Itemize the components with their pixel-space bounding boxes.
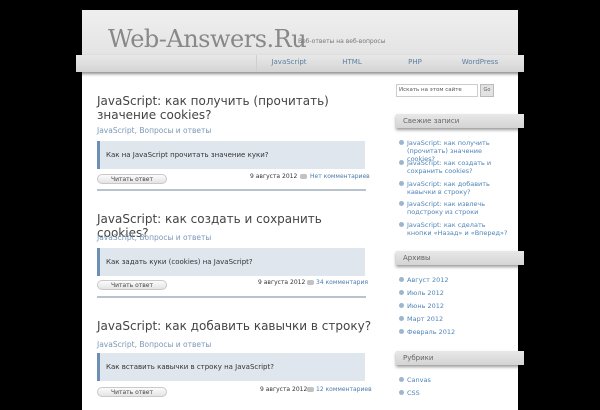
- post-divider: [97, 189, 366, 191]
- post-question: Как вставить кавычки в строку на JavaScr…: [97, 353, 365, 381]
- nav-item-html[interactable]: HTML: [326, 55, 378, 72]
- post-title[interactable]: JavaScript: как добавить кавычки в строк…: [97, 319, 372, 333]
- site-tagline: Веб-ответы на веб-вопросы: [298, 38, 386, 45]
- widget-title-archives: Архивы: [396, 251, 524, 265]
- bullet-icon: [399, 316, 404, 321]
- bullet-icon: [399, 390, 404, 395]
- post-comments-link[interactable]: 12 комментариев: [316, 386, 372, 393]
- bullet-icon: [399, 160, 404, 165]
- bullet-icon: [399, 201, 404, 206]
- post-question: Как на JavaScript прочитать значение кук…: [97, 141, 365, 169]
- read-answer-button[interactable]: Читать ответ: [97, 280, 167, 290]
- nav-item-wordpress[interactable]: WordPress: [450, 55, 510, 72]
- bullet-icon: [399, 181, 404, 186]
- bullet-icon: [399, 377, 404, 382]
- post-categories[interactable]: JavaScript, Вопросы и ответы: [97, 340, 211, 349]
- comment-icon: [307, 280, 314, 285]
- post-date: 9 августа 2012: [260, 386, 308, 393]
- post-question: Как задать куки (cookies) на JavaScript?: [97, 248, 365, 276]
- bullet-icon: [399, 290, 404, 295]
- comment-icon: [300, 174, 307, 179]
- read-answer-button[interactable]: Читать ответ: [97, 174, 167, 184]
- read-answer-button[interactable]: Читать ответ: [97, 387, 167, 397]
- question-text: Как задать куки (cookies) на JavaScript?: [106, 258, 253, 266]
- main-nav: JavaScript HTML PHP WordPress: [76, 55, 524, 72]
- nav-item-javascript[interactable]: JavaScript: [256, 55, 321, 72]
- comment-icon: [307, 387, 314, 392]
- site-logo[interactable]: Web-Answers.Ru: [108, 25, 307, 53]
- bullet-icon: [399, 222, 404, 227]
- bullet-icon: [399, 140, 404, 145]
- post-date: 9 августа 2012: [258, 279, 306, 286]
- widget-title-recent: Свежие записи: [396, 114, 524, 128]
- search-go-button[interactable]: Go: [480, 84, 494, 97]
- search-input[interactable]: Искать на этом сайте: [396, 84, 478, 97]
- post-comments-link[interactable]: Нет комментариев: [310, 173, 370, 180]
- question-text: Как вставить кавычки в строку на JavaScr…: [106, 363, 274, 371]
- widget-title-rubrics: Рубрики: [396, 351, 524, 365]
- nav-item-php[interactable]: PHP: [388, 55, 442, 72]
- bullet-icon: [399, 329, 404, 334]
- site-header: Web-Answers.Ru Веб-ответы на веб-вопросы: [82, 10, 518, 55]
- post-categories[interactable]: JavaScript, Вопросы и ответы: [97, 126, 211, 135]
- post-divider: [97, 296, 366, 298]
- post-categories[interactable]: JavaScript, Вопросы и ответы: [97, 233, 211, 242]
- bullet-icon: [399, 303, 404, 308]
- question-text: Как на JavaScript прочитать значение кук…: [106, 151, 269, 159]
- post-date: 9 августа 2012: [250, 173, 298, 180]
- post-comments-link[interactable]: 34 комментария: [316, 279, 368, 286]
- bullet-icon: [399, 277, 404, 282]
- post-title[interactable]: JavaScript: как получить (прочитать) зна…: [97, 94, 372, 122]
